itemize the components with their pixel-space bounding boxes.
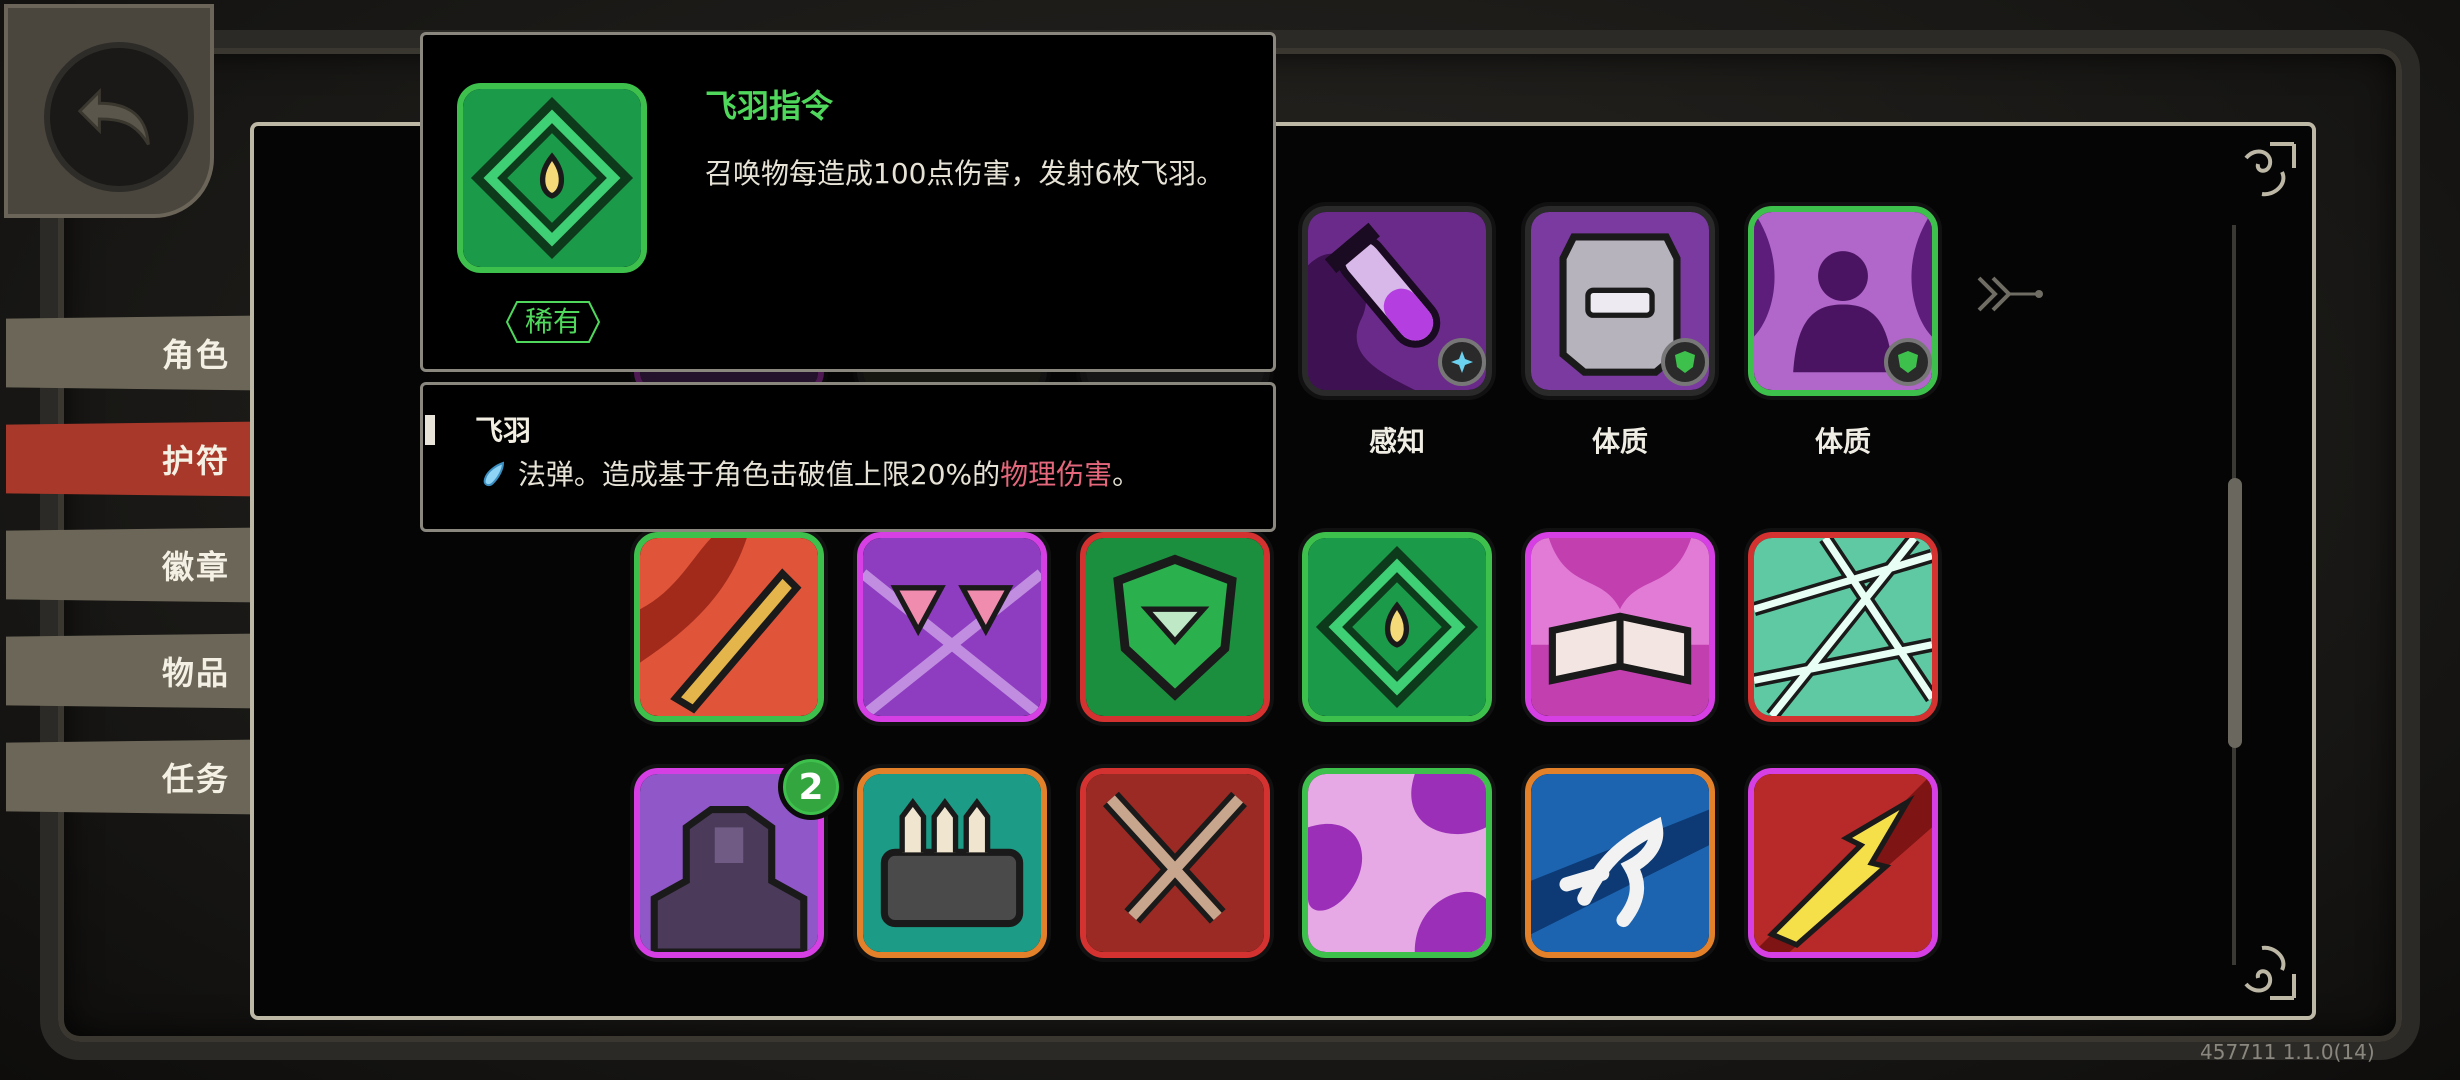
magic-missile-icon: [483, 461, 505, 487]
tab-character-label: 角色: [161, 336, 230, 374]
tooltip-marker: [425, 415, 435, 445]
stat-label-perception: 感知: [1368, 425, 1425, 458]
spellbook-icon[interactable]: [1525, 532, 1715, 722]
corner-ornament-icon: [2244, 945, 2296, 1000]
rarity-label: 稀有: [524, 305, 581, 338]
crossed-lines-icon[interactable]: [1748, 532, 1938, 722]
projectile-desc-suffix: 。: [1112, 458, 1141, 491]
count-badge: 2: [778, 754, 844, 820]
physical-damage-text: 物理伤害: [1000, 458, 1113, 491]
shield-badge-icon: [1661, 338, 1709, 386]
tab-items-label: 物品: [161, 654, 230, 692]
projectile-description: 法弹。造成基于角色击破值上限20%的物理伤害。: [479, 453, 1140, 493]
corner-ornament-icon: [2244, 142, 2296, 197]
shield-icon[interactable]: [1080, 532, 1270, 722]
scrollbar[interactable]: [2228, 478, 2242, 748]
feather-command-icon[interactable]: [1302, 532, 1492, 722]
tab-charms-label: 护符: [161, 442, 230, 480]
projectile-name: 飞羽: [475, 414, 532, 447]
star-badge-icon: [1438, 338, 1486, 386]
running-figure-icon[interactable]: [1525, 768, 1715, 958]
stat-label-constitution: 体质: [1591, 425, 1648, 458]
warning-triangles-icon[interactable]: [857, 532, 1047, 722]
projectile-desc-prefix: 法弹。造成基于角色击破值上限20%的: [517, 458, 1001, 491]
rarity-tag: 稀有: [505, 300, 601, 344]
ammo-rack-icon[interactable]: [857, 768, 1047, 958]
shield-badge-icon: [1884, 338, 1932, 386]
version-label: 457711 1.1.0(14): [2200, 1040, 2375, 1064]
stat-label-constitution-2: 体质: [1814, 425, 1871, 458]
back-arrow-icon: [44, 42, 194, 192]
back-button[interactable]: [4, 4, 214, 218]
crossed-swords-icon[interactable]: [1080, 768, 1270, 958]
charm-description: 召唤物每造成100点伤害，发射6枚飞羽。: [705, 157, 1225, 190]
flaming-dagger-icon[interactable]: [634, 532, 824, 722]
charm-name: 飞羽指令: [705, 87, 834, 125]
lightning-arrow-icon[interactable]: [1748, 768, 1938, 958]
purple-veins-icon[interactable]: [1302, 768, 1492, 958]
feather-command-icon: [457, 83, 647, 273]
next-arrow-icon[interactable]: [1975, 272, 2045, 316]
tab-badges-label: 徽章: [161, 548, 230, 586]
projectile-tooltip: 飞羽 法弹。造成基于角色击破值上限20%的物理伤害。: [420, 382, 1276, 532]
tab-quests-label: 任务: [161, 760, 230, 798]
charm-tooltip: 稀有 飞羽指令 召唤物每造成100点伤害，发射6枚飞羽。: [420, 32, 1276, 372]
